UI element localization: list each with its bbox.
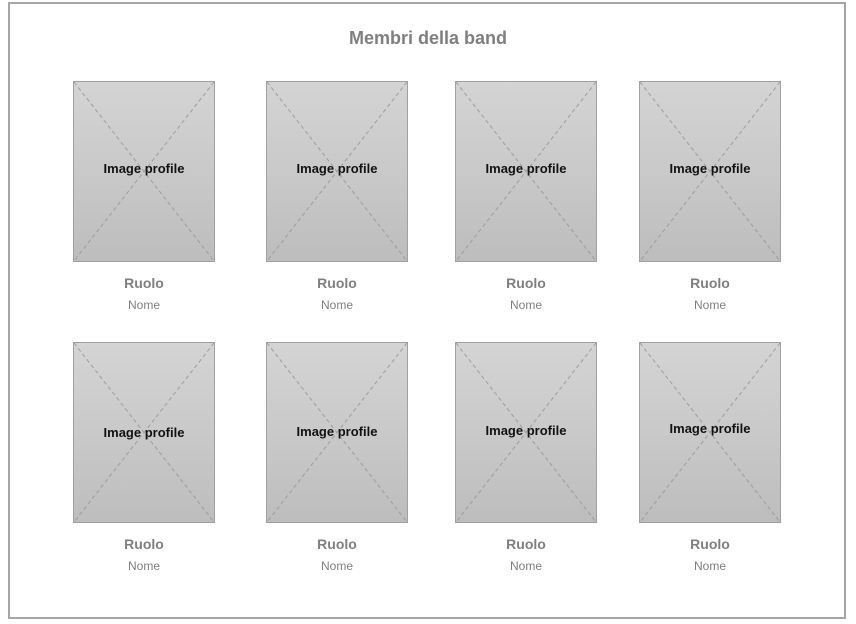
profile-image-placeholder[interactable]: Image profile [266, 81, 408, 262]
member-name: Nome [127, 559, 160, 573]
member-card[interactable]: Image profile Ruolo Nome [455, 342, 597, 573]
member-role: Ruolo [124, 275, 164, 291]
member-role: Ruolo [317, 536, 357, 552]
image-label: Image profile [669, 161, 751, 176]
member-name: Nome [693, 559, 726, 573]
profile-image-placeholder[interactable]: Image profile [455, 342, 597, 523]
profile-image-placeholder[interactable]: Image profile [73, 81, 215, 262]
member-role: Ruolo [124, 536, 164, 552]
member-card[interactable]: Image profile Ruolo Nome [73, 81, 215, 312]
member-card[interactable]: Image profile Ruolo Nome [455, 81, 597, 312]
image-label: Image profile [103, 425, 185, 440]
member-name: Nome [127, 298, 160, 312]
page-title: Membri della band [348, 28, 508, 48]
image-label: Image profile [485, 423, 567, 438]
member-name: Nome [693, 298, 726, 312]
profile-image-placeholder[interactable]: Image profile [639, 342, 781, 523]
member-role: Ruolo [690, 536, 730, 552]
member-name: Nome [509, 298, 542, 312]
member-role: Ruolo [690, 275, 730, 291]
member-role: Ruolo [506, 536, 546, 552]
member-card[interactable]: Image profile Ruolo Nome [266, 81, 408, 312]
member-role: Ruolo [506, 275, 546, 291]
member-name: Nome [320, 559, 353, 573]
image-label: Image profile [296, 161, 378, 176]
member-name: Nome [509, 559, 542, 573]
member-card[interactable]: Image profile Ruolo Nome [73, 342, 215, 573]
member-card[interactable]: Image profile Ruolo Nome [639, 81, 781, 312]
image-label: Image profile [103, 161, 185, 176]
profile-image-placeholder[interactable]: Image profile [455, 81, 597, 262]
member-role: Ruolo [317, 275, 357, 291]
member-card[interactable]: Image profile Ruolo Nome [266, 342, 408, 573]
image-label: Image profile [485, 161, 567, 176]
profile-image-placeholder[interactable]: Image profile [73, 342, 215, 523]
image-label: Image profile [296, 424, 378, 439]
profile-image-placeholder[interactable]: Image profile [266, 342, 408, 523]
profile-image-placeholder[interactable]: Image profile [639, 81, 781, 262]
image-label: Image profile [669, 421, 751, 436]
member-card[interactable]: Image profile Ruolo Nome [639, 342, 781, 573]
member-name: Nome [320, 298, 353, 312]
